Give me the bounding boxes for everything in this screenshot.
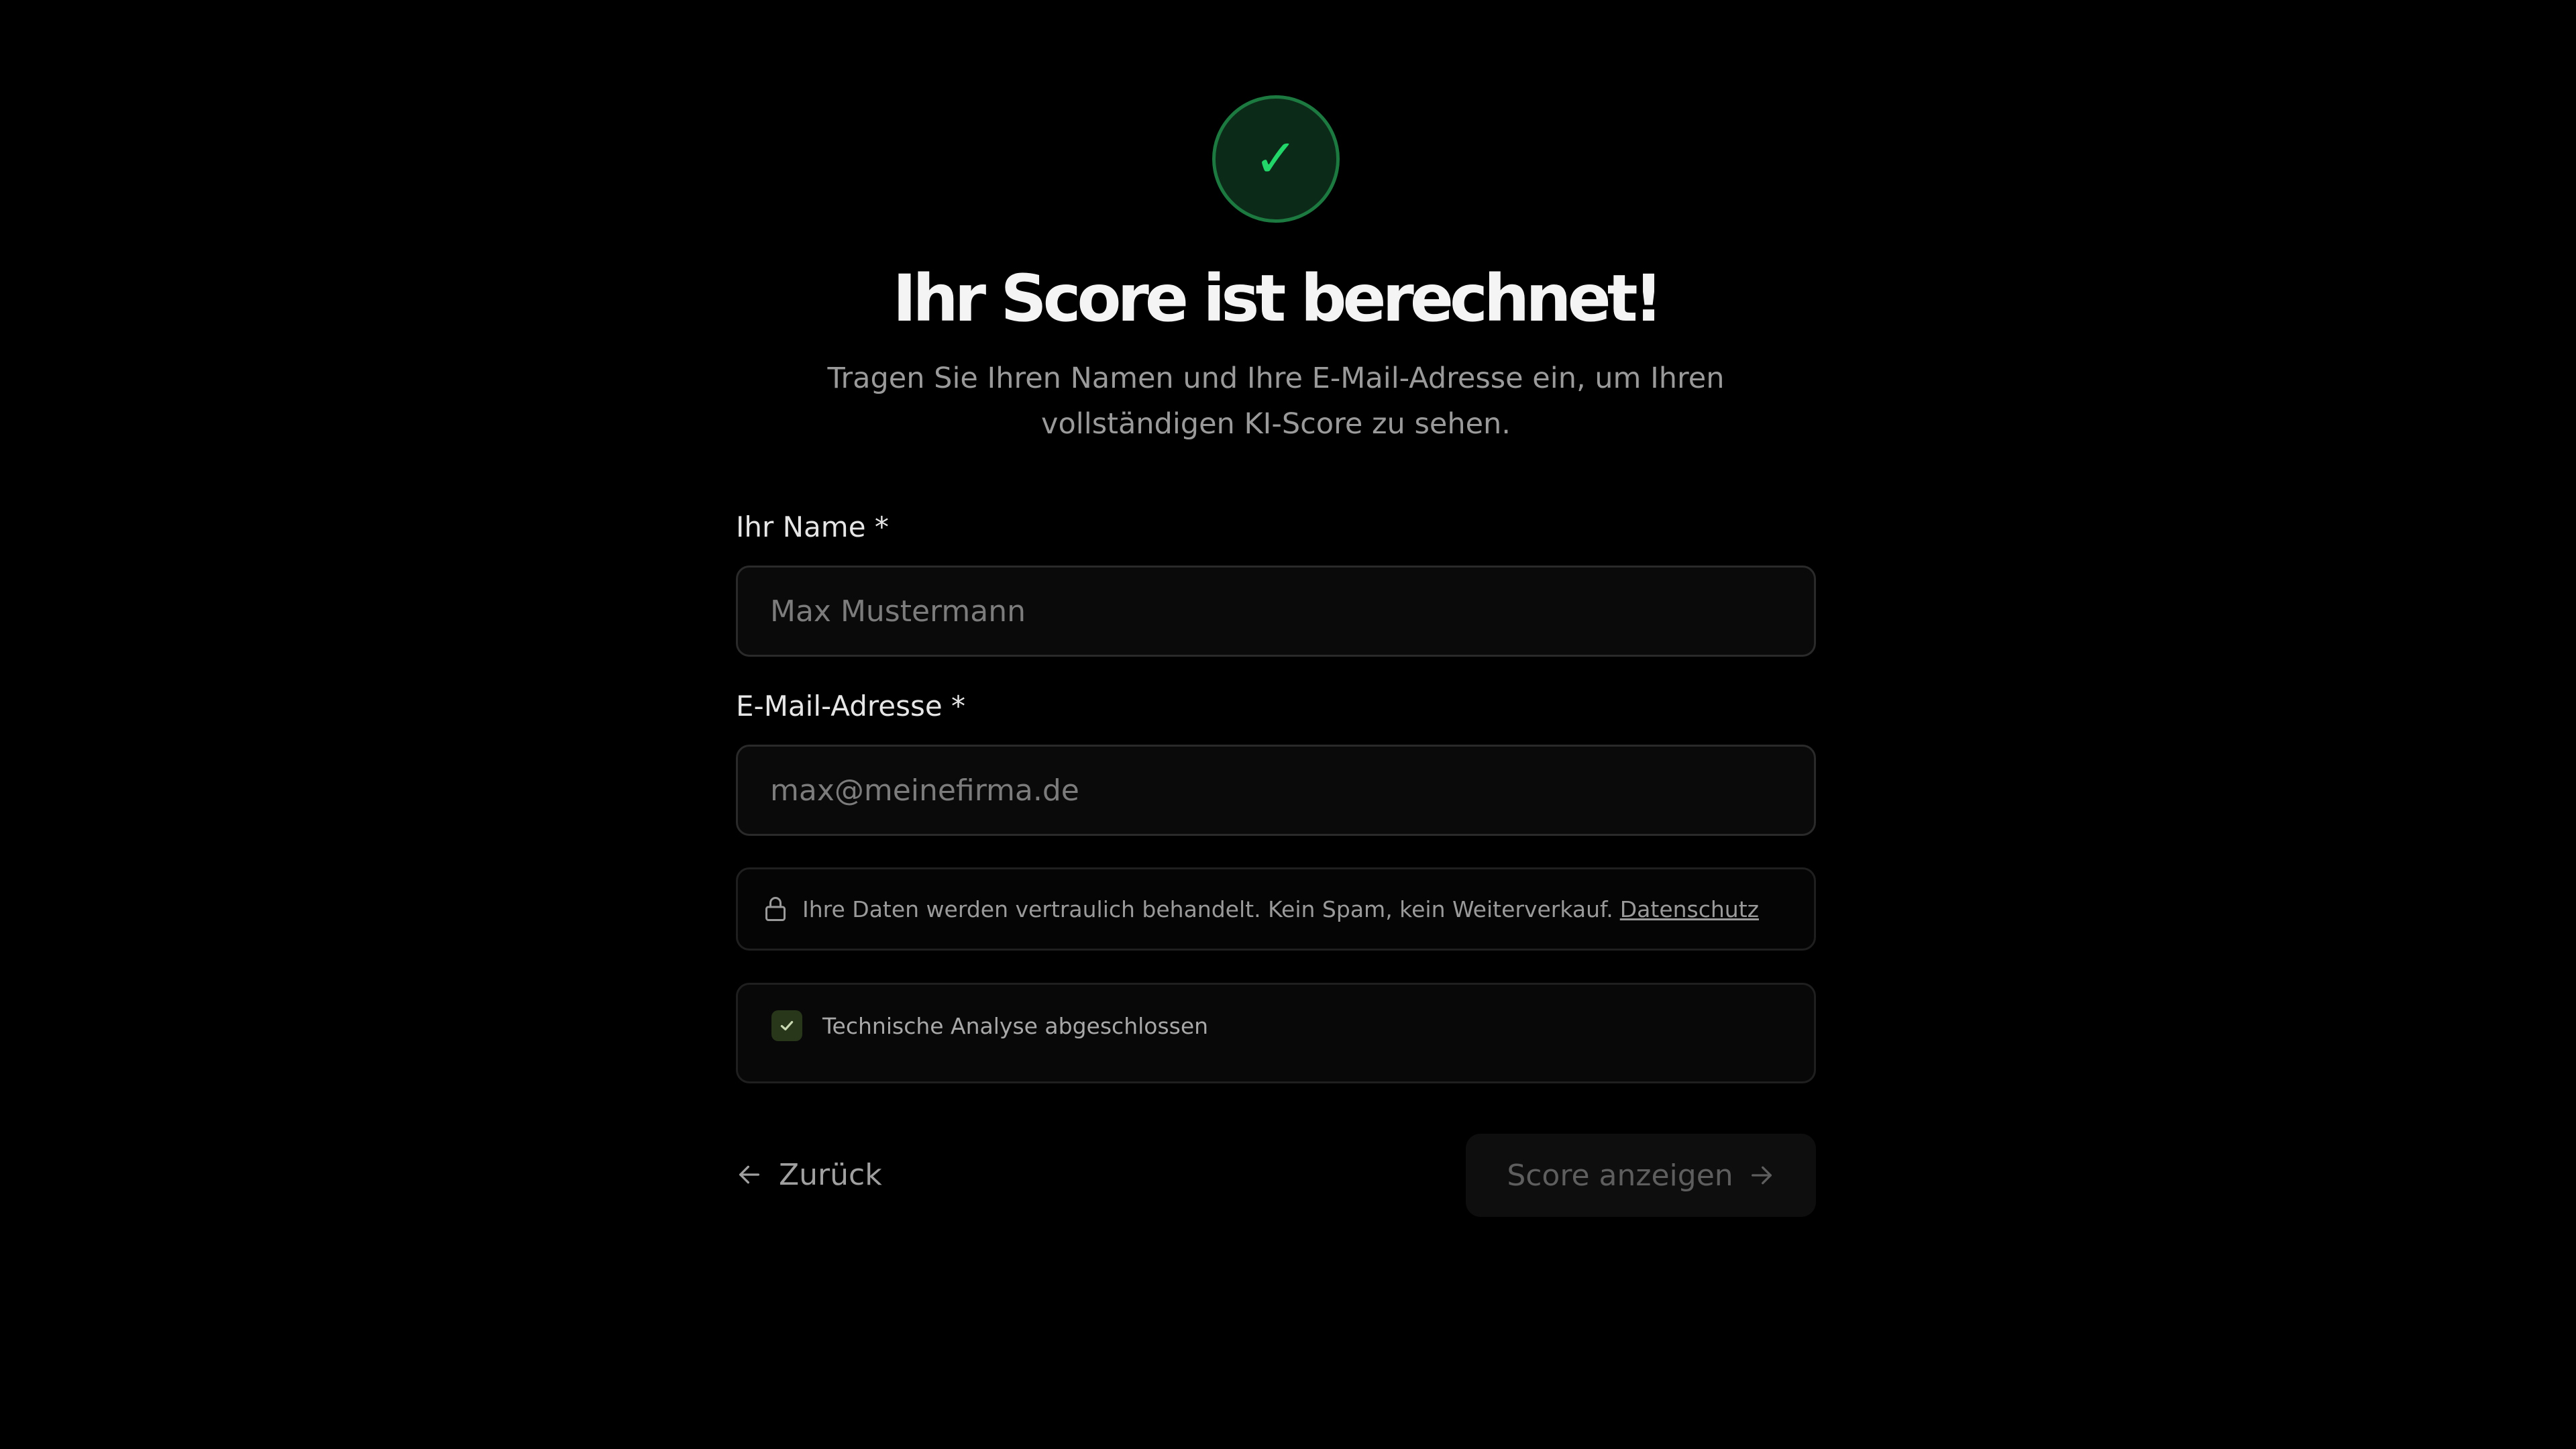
- check-icon: ✓: [1254, 129, 1298, 189]
- page-subtitle: Tragen Sie Ihren Namen und Ihre E-Mail-A…: [827, 362, 1725, 441]
- analysis-status-row: Technische Analyse abgeschlossen: [771, 1010, 1208, 1041]
- page-title: Ihr Score ist berechnet!: [892, 261, 1664, 336]
- arrow-left-icon: [739, 1165, 759, 1184]
- show-score-button-label: Score anzeigen: [1507, 1158, 1733, 1193]
- privacy-text: Ihre Daten werden vertraulich behandelt.…: [802, 896, 1613, 922]
- privacy-link[interactable]: Datenschutz: [1620, 896, 1759, 922]
- email-label: E-Mail-Adresse *: [736, 690, 966, 722]
- name-input[interactable]: [736, 566, 1816, 657]
- arrow-right-icon: [1751, 1166, 1772, 1185]
- name-label: Ihr Name *: [736, 511, 889, 543]
- check-icon: [780, 1020, 794, 1031]
- back-button[interactable]: Zurück: [736, 1134, 882, 1216]
- analysis-status-box: Technische Analyse abgeschlossen: [736, 983, 1816, 1083]
- lock-icon: [765, 897, 786, 921]
- email-input[interactable]: [736, 745, 1816, 836]
- page: ✓ Ihr Score ist berechnet! Tragen Sie Ih…: [0, 0, 2576, 1449]
- analysis-checkbox: [771, 1010, 802, 1041]
- analysis-status-label: Technische Analyse abgeschlossen: [822, 1012, 1209, 1039]
- privacy-notice: Ihre Daten werden vertraulich behandelt.…: [736, 867, 1816, 951]
- back-button-label: Zurück: [779, 1157, 882, 1192]
- show-score-button[interactable]: Score anzeigen: [1466, 1134, 1816, 1217]
- success-badge: ✓: [1212, 95, 1340, 223]
